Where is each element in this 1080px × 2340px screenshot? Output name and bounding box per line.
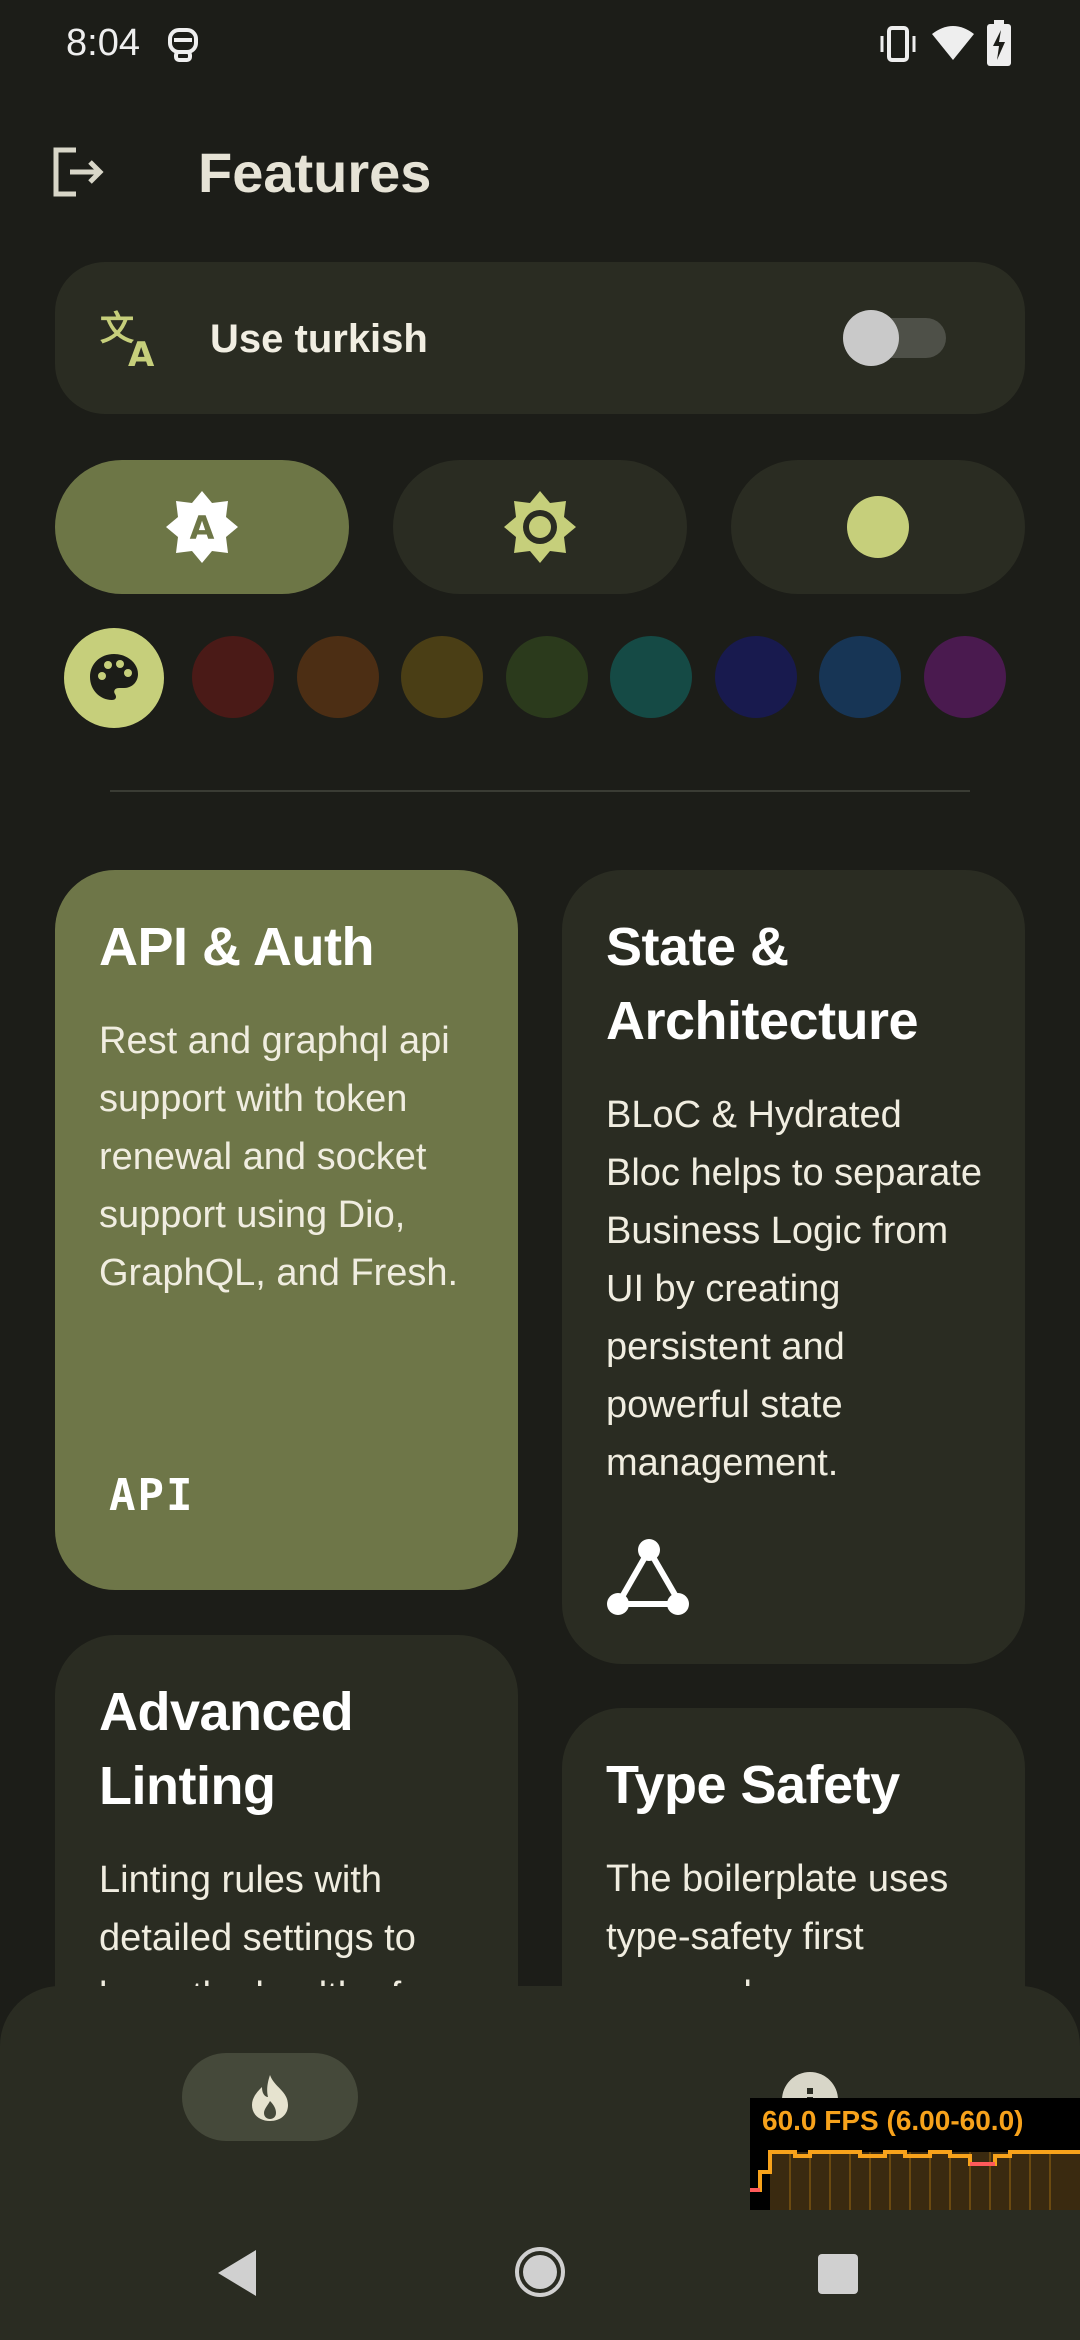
recents-icon[interactable] <box>816 2252 860 2296</box>
feature-card-api-auth[interactable]: API & Auth Rest and graphql api support … <box>55 870 518 1590</box>
brightness-auto-icon: A <box>166 491 238 563</box>
translate-icon: 文 A <box>100 309 155 370</box>
color-swatch[interactable] <box>296 636 379 718</box>
language-toggle-label: Use turkish <box>210 317 428 361</box>
home-icon[interactable] <box>514 2246 566 2298</box>
wifi-icon <box>932 26 974 60</box>
api-icon: API <box>109 1470 195 1521</box>
language-switch-knob[interactable] <box>843 310 899 366</box>
sun-icon <box>504 491 576 563</box>
back-icon[interactable] <box>214 2248 260 2298</box>
feature-description: BLoC & Hydrated Bloc helps to separate B… <box>606 1094 983 1484</box>
theme-light-button[interactable] <box>393 460 687 594</box>
dynamic-color-button[interactable] <box>64 628 164 728</box>
theme-auto-button[interactable]: A <box>55 460 349 594</box>
fps-text: 60.0 FPS (6.00-60.0) <box>762 2105 1024 2136</box>
theme-dark-button[interactable] <box>731 460 1025 594</box>
divider <box>110 790 970 792</box>
color-swatch[interactable] <box>192 636 274 718</box>
fps-graph <box>750 2150 1080 2210</box>
feature-title: State & Architecture <box>606 917 919 1051</box>
feature-title: Type Safety <box>606 1755 900 1815</box>
graph-icon <box>607 1539 689 1615</box>
color-swatch[interactable] <box>923 636 1006 718</box>
nav-features-button[interactable] <box>182 2053 358 2141</box>
color-swatch[interactable] <box>505 636 588 718</box>
svg-text:A: A <box>128 335 155 370</box>
feature-title: API & Auth <box>99 917 374 977</box>
feature-description: Rest and graphql api support with token … <box>99 1020 459 1294</box>
svg-text:A: A <box>190 509 215 547</box>
feature-title: Advanced Linting <box>99 1682 354 1816</box>
color-swatch[interactable] <box>819 636 901 718</box>
vibrate-icon <box>880 26 916 62</box>
color-swatch[interactable] <box>401 636 483 718</box>
palette-icon <box>90 654 138 700</box>
battery-charging-icon <box>987 20 1011 66</box>
fire-icon <box>252 2075 288 2121</box>
debug-robot-icon <box>168 28 198 62</box>
page-title: Features <box>198 141 432 204</box>
moon-dot-icon <box>847 496 909 558</box>
feature-card-state-architecture[interactable]: State & Architecture BLoC & Hydrated Blo… <box>562 870 1025 1664</box>
status-time: 8:04 <box>66 22 140 64</box>
color-swatch[interactable] <box>610 636 692 718</box>
logout-icon[interactable] <box>48 142 108 202</box>
color-swatch[interactable] <box>714 636 797 718</box>
